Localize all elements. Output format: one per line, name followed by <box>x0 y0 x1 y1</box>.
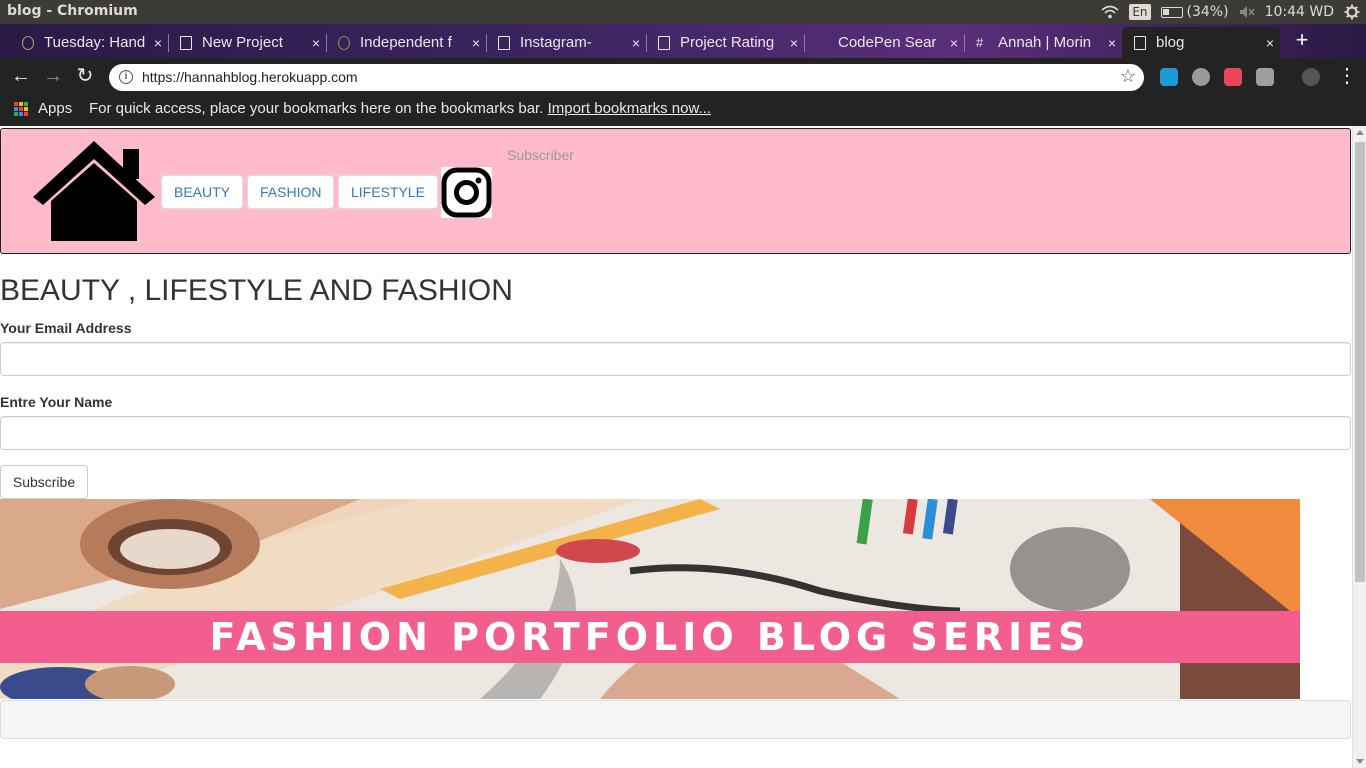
subscribe-button[interactable]: Subscribe <box>0 465 88 499</box>
site-info-icon[interactable]: i <box>119 70 133 84</box>
bookmarks-hint: For quick access, place your bookmarks h… <box>89 100 711 117</box>
apps-grid-icon[interactable] <box>14 102 28 116</box>
page-title: BEAUTY , LIFESTYLE AND FASHION <box>0 274 513 307</box>
tab-label: New Project <box>202 34 283 51</box>
apps-shortcut[interactable]: Apps <box>38 100 72 117</box>
volume-muted-icon[interactable] <box>1239 5 1255 19</box>
battery-percent: (34%) <box>1186 4 1229 20</box>
tab-label: Instagram- <box>520 34 592 51</box>
back-arrow-icon[interactable]: ← <box>9 64 33 88</box>
bookmarks-hint-text: For quick access, place your bookmarks h… <box>89 100 548 117</box>
instagram-icon <box>441 167 492 218</box>
settings-gear-icon[interactable] <box>1344 4 1360 20</box>
battery-icon <box>1160 6 1183 18</box>
favicon-icon <box>22 35 34 50</box>
address-bar[interactable]: i https://hannahblog.herokuapp.com ☆ <box>109 64 1144 91</box>
url-text[interactable]: https://hannahblog.herokuapp.com <box>142 69 358 85</box>
extension-icon[interactable] <box>1160 68 1178 86</box>
tab-close-icon[interactable]: × <box>1260 35 1280 51</box>
site-navbar: BEAUTY FASHION LIFESTYLE Subscriber <box>0 128 1351 254</box>
bookmarks-bar: Apps For quick access, place your bookma… <box>0 94 1366 126</box>
extension-icon[interactable] <box>1256 68 1274 86</box>
tab-instagram[interactable]: Instagram- × <box>486 27 646 58</box>
profile-avatar[interactable] <box>1302 68 1320 86</box>
window-title: blog - Chromium <box>7 3 138 19</box>
scrollbar-thumb[interactable] <box>1355 142 1365 582</box>
extension-icon[interactable] <box>1224 68 1242 86</box>
instagram-link[interactable] <box>441 167 492 218</box>
name-input[interactable] <box>0 416 1351 450</box>
footer-panel <box>0 700 1351 739</box>
nav-subscriber-link[interactable]: Subscriber <box>507 147 574 163</box>
tab-project-rating[interactable]: Project Rating × <box>646 27 804 58</box>
tab-close-icon[interactable]: × <box>466 35 486 51</box>
home-icon[interactable] <box>31 139 157 243</box>
page-icon <box>498 35 510 50</box>
name-label: Entre Your Name <box>0 394 113 410</box>
tab-label: Independent f <box>360 34 452 51</box>
menu-kebab-icon[interactable]: ⋮ <box>1335 64 1359 88</box>
slack-hash-icon: # <box>976 34 984 50</box>
new-tab-plus-icon[interactable]: + <box>1290 29 1314 53</box>
tab-close-icon[interactable]: × <box>306 35 326 51</box>
tab-label: Annah | Morin <box>998 34 1092 51</box>
tab-annah[interactable]: # Annah | Morin × <box>964 27 1122 58</box>
import-bookmarks-link[interactable]: Import bookmarks now... <box>548 100 711 117</box>
banner-caption: FASHION PORTFOLIO BLOG SERIES <box>0 611 1300 663</box>
tab-strip: Tuesday: Hand × New Project × Independen… <box>0 24 1366 58</box>
tab-tuesday[interactable]: Tuesday: Hand × <box>10 27 168 58</box>
page-icon <box>1134 35 1146 50</box>
favicon-icon <box>338 35 350 50</box>
tab-close-icon[interactable]: × <box>626 35 646 51</box>
nav-beauty-link[interactable]: BEAUTY <box>161 175 244 209</box>
battery-indicator[interactable]: (34%) <box>1160 4 1229 20</box>
email-input[interactable] <box>0 342 1351 376</box>
scroll-down-arrow-icon[interactable] <box>1356 759 1364 764</box>
reload-icon[interactable]: ↻ <box>73 64 97 88</box>
tab-label: Project Rating <box>680 34 775 51</box>
nav-fashion-link[interactable]: FASHION <box>247 175 335 209</box>
codepen-icon <box>816 36 828 50</box>
tab-close-icon[interactable]: × <box>148 35 168 51</box>
extension-icon[interactable] <box>1192 68 1210 86</box>
page-icon <box>658 35 670 50</box>
tab-label: CodePen Sear <box>838 34 937 51</box>
tab-close-icon[interactable]: × <box>1102 35 1122 51</box>
nav-lifestyle-link[interactable]: LIFESTYLE <box>338 175 438 209</box>
tab-blog-active[interactable]: blog × <box>1122 27 1280 58</box>
tab-independent[interactable]: Independent f × <box>326 27 486 58</box>
scroll-up-arrow-icon[interactable] <box>1356 130 1364 135</box>
keyboard-language-indicator[interactable]: En <box>1129 4 1151 20</box>
tab-label: Tuesday: Hand <box>44 34 146 51</box>
tab-codepen[interactable]: CodePen Sear × <box>804 27 964 58</box>
banner-illustration <box>0 499 1300 699</box>
bookmark-star-icon[interactable]: ☆ <box>1120 66 1136 87</box>
forward-arrow-icon[interactable]: → <box>41 64 65 88</box>
page-scrollbar[interactable] <box>1352 126 1366 768</box>
tab-close-icon[interactable]: × <box>944 35 964 51</box>
tab-new-project[interactable]: New Project × <box>168 27 326 58</box>
clock[interactable]: 10:44 WD <box>1265 4 1334 20</box>
page-icon <box>180 35 192 50</box>
os-top-bar: blog - Chromium En (34%) 10:44 WD <box>0 0 1366 24</box>
email-label: Your Email Address <box>0 320 132 336</box>
banner-image: FASHION PORTFOLIO BLOG SERIES <box>0 499 1300 699</box>
wifi-icon[interactable] <box>1101 5 1119 19</box>
page-viewport: BEAUTY FASHION LIFESTYLE Subscriber BEAU… <box>0 126 1352 768</box>
tab-label: blog <box>1156 34 1185 51</box>
os-indicators: En (34%) 10:44 WD <box>1101 0 1366 24</box>
tab-close-icon[interactable]: × <box>784 35 804 51</box>
